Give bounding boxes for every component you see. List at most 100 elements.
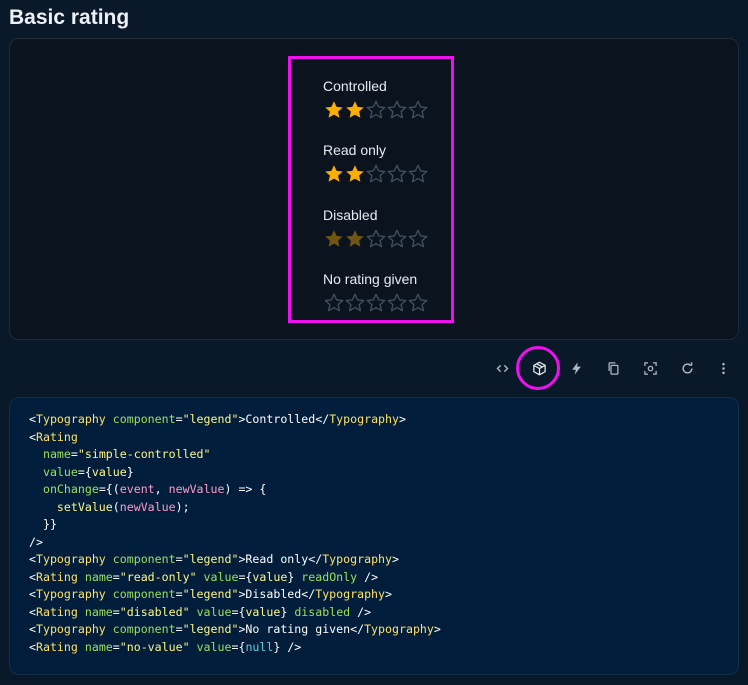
code-line: <Typography component="legend">Controlle… [29, 411, 719, 429]
code-token: >No rating given</ [238, 622, 365, 636]
code-line: <Rating [29, 429, 719, 447]
code-token: < [29, 604, 36, 619]
code-token: component [112, 552, 176, 566]
code-token: "disabled" [119, 604, 190, 619]
code-token: Typography [35, 552, 106, 566]
highlight-box [288, 56, 454, 323]
code-token: ); [175, 499, 190, 514]
code-line: <Rating name="disabled" value={value} di… [29, 604, 719, 622]
code-token: ( [112, 499, 120, 514]
code-token: ) => { [224, 482, 267, 496]
code-token: < [29, 622, 36, 636]
code-token: < [29, 412, 36, 426]
code-line: onChange={(event, newValue) => { [29, 481, 719, 499]
code-line: <Rating name="no-value" value={null} /> [29, 639, 719, 657]
code-token: < [29, 552, 36, 566]
code-token: = [112, 639, 120, 654]
code-token: Rating [35, 569, 78, 584]
code-token: "legend" [182, 587, 239, 601]
code-token: value [196, 639, 232, 654]
code-token: "legend" [182, 412, 239, 426]
code-token: = [70, 447, 78, 461]
highlight-circle [516, 346, 560, 390]
refresh-icon[interactable] [673, 354, 701, 382]
code-token: onChange [42, 482, 99, 496]
code-token: = [175, 552, 183, 566]
focus-icon[interactable] [636, 354, 664, 382]
code-token: null [245, 639, 274, 654]
code-token: "legend" [182, 622, 239, 636]
code-token: component [112, 412, 176, 426]
code-token: = [175, 622, 183, 636]
copy-icon[interactable] [599, 354, 627, 382]
code-token: value [203, 569, 239, 584]
code-token: , [154, 482, 169, 496]
code-token: newValue [168, 482, 225, 496]
code-token: readOnly [301, 569, 358, 584]
code-token: >Read only</ [238, 552, 323, 566]
code-token: Typography [35, 587, 106, 601]
code-token: Typography [315, 587, 386, 601]
code-line: name="simple-controlled" [29, 446, 719, 464]
code-token: /> [29, 534, 43, 549]
code-token: "read-only" [119, 569, 197, 584]
code-token: Rating [35, 604, 78, 619]
code-token: "simple-controlled" [77, 447, 211, 461]
code-token: = [112, 604, 120, 619]
code-token: ={ [238, 569, 253, 584]
code-line: }} [29, 516, 719, 534]
code-token: > [392, 552, 399, 566]
code-token: newValue [119, 499, 176, 514]
code-token: name [42, 447, 71, 461]
code-token: Typography [35, 412, 106, 426]
stackblitz-icon[interactable] [562, 354, 590, 382]
code-line: value={value} [29, 464, 719, 482]
code-token: /> [350, 604, 372, 619]
code-token: }} [29, 517, 57, 531]
code-token: < [29, 569, 36, 584]
code-token: value [196, 604, 232, 619]
code-token: > [433, 622, 441, 636]
code-icon[interactable] [488, 354, 516, 382]
code-token: ={( [98, 482, 120, 496]
code-token: ={ [231, 604, 246, 619]
more-icon[interactable] [709, 354, 737, 382]
code-token: < [29, 639, 36, 654]
code-token: Rating [35, 429, 78, 444]
code-token: } [280, 604, 295, 619]
code-line: /> [29, 534, 719, 552]
code-token: name [84, 639, 113, 654]
code-token: name [84, 569, 113, 584]
code-token: value [245, 604, 281, 619]
code-token: ={ [77, 464, 92, 479]
code-line: <Typography component="legend">Read only… [29, 551, 719, 569]
code-token: value [42, 464, 78, 479]
code-line: setValue(newValue); [29, 499, 719, 517]
code-token: >Controlled</ [238, 412, 330, 426]
code-line: <Typography component="legend">Disabled<… [29, 586, 719, 604]
code-line: <Typography component="legend">No rating… [29, 621, 719, 639]
code-token: > [385, 587, 393, 601]
code-token: = [175, 587, 183, 601]
code-token: = [112, 569, 120, 584]
code-line: <Rating name="read-only" value={value} r… [29, 569, 719, 587]
code-token: "legend" [182, 552, 239, 566]
code-token: component [112, 622, 176, 636]
code-token: event [119, 482, 155, 496]
code-token: Rating [35, 639, 78, 654]
code-token: disabled [294, 604, 351, 619]
code-token: value [252, 569, 288, 584]
page-title: Basic rating [9, 6, 130, 29]
